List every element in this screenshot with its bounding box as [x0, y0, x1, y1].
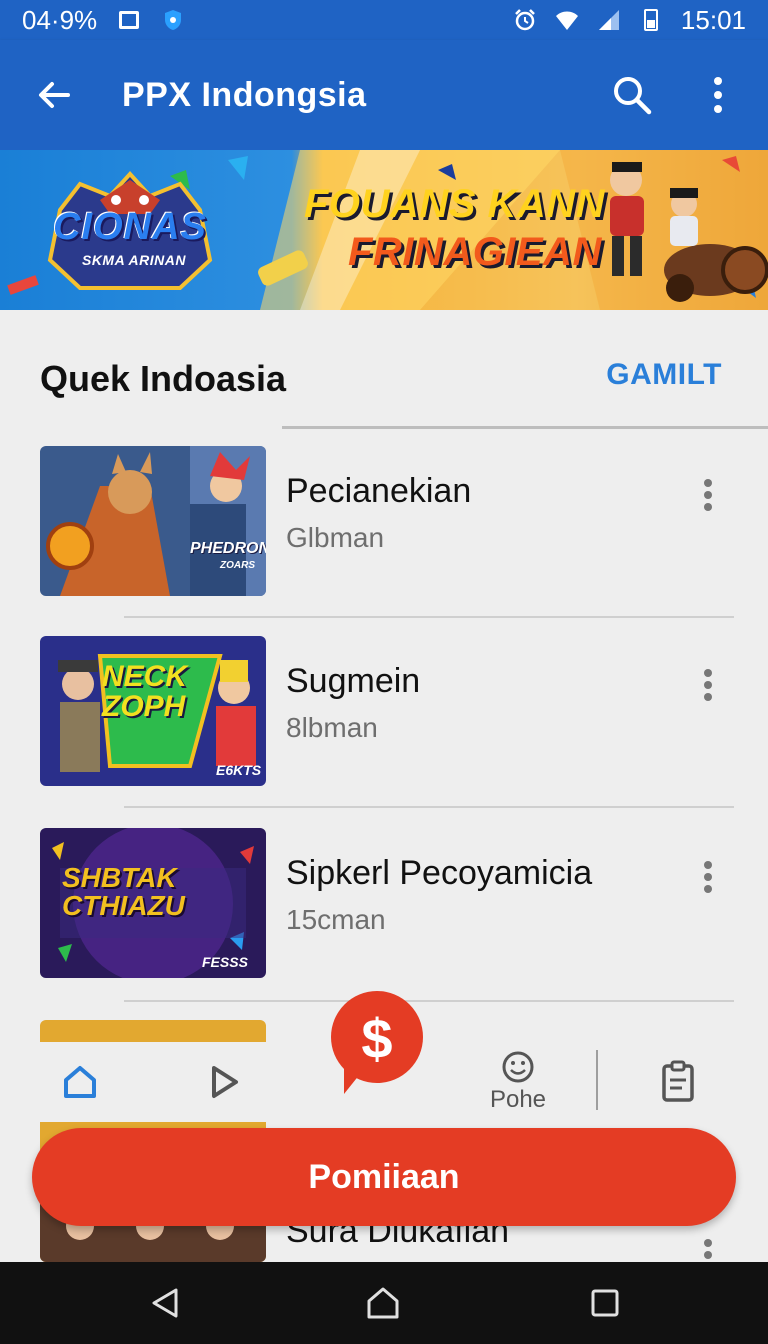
row-divider: [124, 616, 734, 618]
fab-symbol: $: [361, 1007, 393, 1070]
section-header: Quek Indoasia GAMILT: [0, 310, 768, 430]
row-overflow-button[interactable]: [690, 470, 726, 520]
section-title: Quek Indoasia: [40, 358, 287, 399]
more-vert-icon: [704, 861, 712, 893]
banner-characters-illustration: [610, 162, 768, 302]
nav-clipboard[interactable]: [648, 1042, 708, 1122]
thumbnail-label: NECK ZOPH: [102, 660, 188, 723]
system-home-button[interactable]: [358, 1278, 408, 1328]
section-divider: [282, 426, 768, 429]
play-icon: [212, 1066, 238, 1098]
battery-percent: 04·9%: [22, 4, 98, 35]
home-icon: [64, 1066, 96, 1098]
system-back-button[interactable]: [140, 1278, 190, 1328]
overflow-menu-button[interactable]: [694, 71, 742, 119]
nav-pohe[interactable]: Pohe: [478, 1042, 558, 1122]
wifi-icon: [555, 11, 578, 30]
primary-cta-button[interactable]: Pomiiaan: [32, 1128, 736, 1226]
recents-square-icon: [591, 1289, 619, 1317]
app-title: PPX Indongsia: [122, 75, 367, 114]
game-title: Sipkerl Pecoyamicia: [286, 854, 593, 892]
banner-logo-text: CIONAS: [53, 206, 207, 248]
search-icon: [614, 77, 652, 115]
thumbnail-art: [40, 446, 266, 596]
game-subtitle: Glbman: [286, 522, 385, 553]
system-recents-button[interactable]: [580, 1278, 630, 1328]
clock: 15:01: [680, 4, 746, 35]
thumbnail-sublabel: E6KTS: [216, 762, 262, 778]
back-triangle-icon: [152, 1288, 178, 1318]
payment-fab[interactable]: $: [330, 990, 424, 1094]
nav-play[interactable]: [194, 1042, 254, 1122]
game-subtitle: 15cman: [286, 904, 386, 935]
thumbnail-label: SHBTAK CTHIAZU: [62, 862, 185, 921]
home-house-icon: [367, 1287, 399, 1319]
thumbnail-label: PHEDRON: [190, 540, 266, 557]
nav-separator: [596, 1050, 598, 1110]
back-button[interactable]: [24, 65, 84, 125]
game-thumbnail: PHEDRON ZOARS: [40, 446, 266, 596]
back-arrow-icon: [39, 82, 70, 108]
nav-pohe-label: Pohe: [489, 1086, 547, 1113]
list-item[interactable]: NECK ZOPH E6KTS Sugmein 8lbman: [0, 620, 768, 810]
more-vert-icon: [714, 77, 722, 113]
game-thumbnail: NECK ZOPH E6KTS: [40, 636, 266, 786]
section-action-link[interactable]: GAMILT: [606, 358, 722, 392]
app-bar: PPX Indongsia: [0, 40, 768, 150]
battery-icon: [643, 9, 658, 31]
thumbnail-sublabel: ZOARS: [220, 560, 255, 571]
row-divider: [124, 806, 734, 808]
shield-icon: [165, 10, 182, 30]
clipboard-icon: [662, 1060, 694, 1102]
row-divider: [124, 1000, 734, 1002]
banner-logo-subtitle: SKMA ARINAN: [81, 252, 186, 268]
app-screen: 04·9% 15:01 PPX Indongsia CIONAS SKMA AR…: [0, 0, 768, 1344]
list-item[interactable]: PHEDRON ZOARS Pecianekian Glbman: [0, 430, 768, 620]
nav-home[interactable]: [50, 1042, 110, 1122]
status-bar: 04·9% 15:01: [0, 0, 768, 40]
image-icon: [119, 11, 140, 29]
row-overflow-button[interactable]: [690, 660, 726, 710]
row-overflow-button[interactable]: [690, 852, 726, 902]
game-thumbnail: SHBTAK CTHIAZU FESSS: [40, 828, 266, 978]
list-item[interactable]: SHBTAK CTHIAZU FESSS Sipkerl Pecoyamicia…: [0, 810, 768, 1002]
more-vert-icon: [704, 669, 712, 701]
more-vert-icon: [704, 479, 712, 511]
promo-banner[interactable]: CIONAS SKMA ARINAN FOUANS KANN FRINAGIEA…: [0, 150, 768, 310]
game-title: Pecianekian: [286, 472, 472, 510]
game-title: Sugmein: [286, 662, 421, 700]
system-navigation-bar: [0, 1262, 768, 1344]
signal-icon: [598, 10, 619, 30]
thumbnail-sublabel: FESSS: [202, 954, 248, 970]
smile-icon: [502, 1051, 534, 1083]
game-subtitle: 8lbman: [286, 712, 378, 743]
alarm-icon: [515, 9, 535, 31]
search-button[interactable]: [608, 71, 656, 119]
